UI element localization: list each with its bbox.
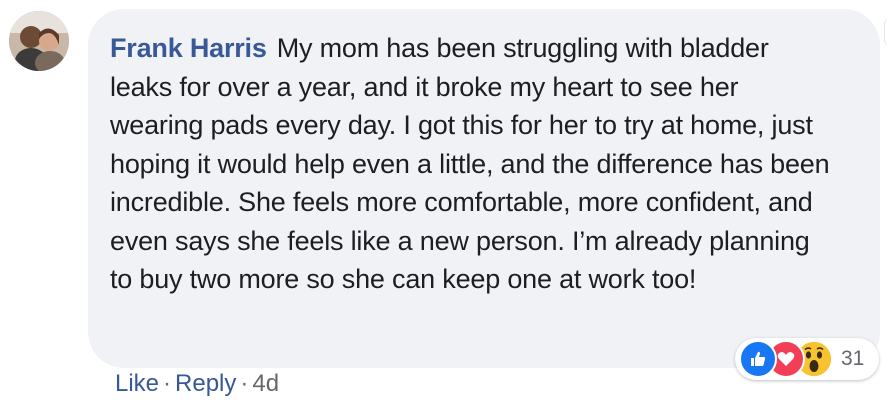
adjacent-element-edge (884, 18, 890, 46)
reactions-summary[interactable]: 31 (735, 338, 879, 380)
comment-body: Frank Harris My mom has been struggling w… (110, 29, 830, 299)
avatar[interactable] (9, 11, 69, 71)
timestamp-link[interactable]: 4d (252, 370, 279, 398)
separator: · (240, 370, 249, 397)
reaction-count: 31 (841, 347, 865, 370)
comment-container: Frank Harris My mom has been struggling w… (0, 0, 890, 410)
comment-text: My mom has been struggling with bladder … (110, 33, 830, 294)
avatar-photo-icon (9, 11, 69, 71)
separator: · (163, 370, 172, 397)
comment-bubble: Frank Harris My mom has been struggling w… (88, 9, 880, 368)
reply-link[interactable]: Reply (175, 370, 236, 398)
comment-actions: Like · Reply · 4d (115, 370, 279, 398)
like-icon (739, 340, 777, 378)
like-link[interactable]: Like (115, 370, 159, 398)
author-name-link[interactable]: Frank Harris (110, 33, 267, 63)
